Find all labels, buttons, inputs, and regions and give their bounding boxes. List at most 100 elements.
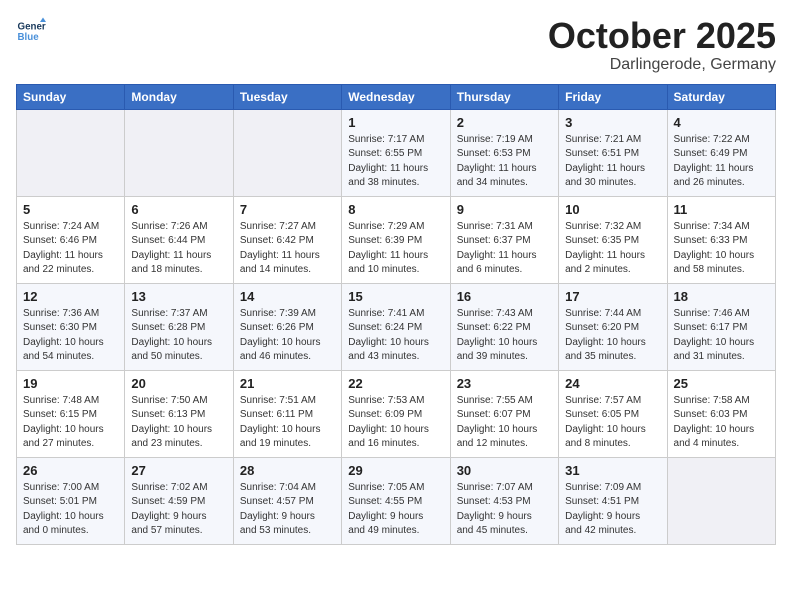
day-info: Sunrise: 7:32 AM Sunset: 6:35 PM Dayligh… [565,220,660,278]
calendar-week-4: 19Sunrise: 7:48 AM Sunset: 6:15 PM Dayli… [17,370,776,457]
weekday-tuesday: Tuesday [233,84,341,109]
day-number: 28 [240,463,335,478]
day-number: 18 [674,289,769,304]
calendar-cell: 28Sunrise: 7:04 AM Sunset: 4:57 PM Dayli… [233,457,341,544]
calendar-cell: 5 Sunrise: 7:24 AM Sunset: 6:46 PM Daylig… [17,196,125,283]
day-number: 14 [240,289,335,304]
calendar-body: 1 Sunrise: 7:17 AM Sunset: 6:55 PM Daylig… [17,109,776,544]
calendar-cell: 15 Sunrise: 7:41 AM Sunset: 6:24 PM Dayli… [342,283,450,370]
day-number: 23 [457,376,552,391]
calendar-cell: 27 Sunrise: 7:02 AM Sunset: 4:59 PM Dayli… [125,457,233,544]
weekday-wednesday: Wednesday [342,84,450,109]
day-info: Sunrise: 7:27 AM Sunset: 6:42 PM Dayligh… [240,220,335,278]
svg-text:General: General [18,22,47,33]
calendar-cell: 16Sunrise: 7:43 AM Sunset: 6:22 PM Dayli… [450,283,558,370]
calendar-table: SundayMondayTuesdayWednesdayThursdayFrid… [16,84,776,545]
day-info: Sunrise: 7:55 AM Sunset: 6:07 PM Dayligh… [457,394,552,452]
day-info: Sunrise: 7:41 AM Sunset: 6:24 PM Dayligh… [348,307,443,365]
day-info: Sunrise: 7:26 AM Sunset: 6:44 PM Dayligh… [131,220,226,278]
calendar-cell: 29 Sunrise: 7:05 AM Sunset: 4:55 PM Dayli… [342,457,450,544]
day-number: 13 [131,289,226,304]
day-number: 12 [23,289,118,304]
day-number: 27 [131,463,226,478]
calendar-cell: 20 Sunrise: 7:50 AM Sunset: 6:13 PM Dayli… [125,370,233,457]
day-info: Sunrise: 7:50 AM Sunset: 6:13 PM Dayligh… [131,394,226,452]
day-number: 3 [565,115,660,130]
weekday-monday: Monday [125,84,233,109]
day-number: 17 [565,289,660,304]
day-number: 4 [674,115,769,130]
calendar-cell [17,109,125,196]
day-info: Sunrise: 7:44 AM Sunset: 6:20 PM Dayligh… [565,307,660,365]
calendar-cell: 26 Sunrise: 7:00 AM Sunset: 5:01 PM Dayli… [17,457,125,544]
day-info: Sunrise: 7:09 AM Sunset: 4:51 PM Dayligh… [565,481,660,539]
day-info: Sunrise: 7:19 AM Sunset: 6:53 PM Dayligh… [457,133,552,191]
logo-icon: General Blue [16,16,46,46]
day-number: 7 [240,202,335,217]
weekday-sunday: Sunday [17,84,125,109]
day-number: 20 [131,376,226,391]
day-info: Sunrise: 7:48 AM Sunset: 6:15 PM Dayligh… [23,394,118,452]
day-info: Sunrise: 7:53 AM Sunset: 6:09 PM Dayligh… [348,394,443,452]
day-number: 2 [457,115,552,130]
page-header: General Blue October 2025 Darlingerode, … [16,16,776,74]
day-number: 22 [348,376,443,391]
day-number: 31 [565,463,660,478]
calendar-cell: 2 Sunrise: 7:19 AM Sunset: 6:53 PM Daylig… [450,109,558,196]
calendar-cell: 24Sunrise: 7:57 AM Sunset: 6:05 PM Dayli… [559,370,667,457]
calendar-cell [233,109,341,196]
day-number: 6 [131,202,226,217]
day-info: Sunrise: 7:22 AM Sunset: 6:49 PM Dayligh… [674,133,769,191]
day-info: Sunrise: 7:02 AM Sunset: 4:59 PM Dayligh… [131,481,226,539]
calendar-cell: 21Sunrise: 7:51 AM Sunset: 6:11 PM Dayli… [233,370,341,457]
calendar-cell: 25Sunrise: 7:58 AM Sunset: 6:03 PM Dayli… [667,370,775,457]
calendar-week-5: 26 Sunrise: 7:00 AM Sunset: 5:01 PM Dayli… [17,457,776,544]
calendar-cell: 6 Sunrise: 7:26 AM Sunset: 6:44 PM Daylig… [125,196,233,283]
day-info: Sunrise: 7:21 AM Sunset: 6:51 PM Dayligh… [565,133,660,191]
calendar-cell [667,457,775,544]
calendar-cell: 31 Sunrise: 7:09 AM Sunset: 4:51 PM Dayli… [559,457,667,544]
day-number: 1 [348,115,443,130]
day-info: Sunrise: 7:00 AM Sunset: 5:01 PM Dayligh… [23,481,118,539]
calendar-cell: 13 Sunrise: 7:37 AM Sunset: 6:28 PM Dayli… [125,283,233,370]
day-info: Sunrise: 7:24 AM Sunset: 6:46 PM Dayligh… [23,220,118,278]
day-number: 15 [348,289,443,304]
day-info: Sunrise: 7:51 AM Sunset: 6:11 PM Dayligh… [240,394,335,452]
day-info: Sunrise: 7:36 AM Sunset: 6:30 PM Dayligh… [23,307,118,365]
day-number: 26 [23,463,118,478]
day-number: 16 [457,289,552,304]
calendar-cell: 12 Sunrise: 7:36 AM Sunset: 6:30 PM Dayli… [17,283,125,370]
calendar-cell: 17 Sunrise: 7:44 AM Sunset: 6:20 PM Dayli… [559,283,667,370]
day-number: 5 [23,202,118,217]
calendar-week-2: 5 Sunrise: 7:24 AM Sunset: 6:46 PM Daylig… [17,196,776,283]
calendar-week-1: 1 Sunrise: 7:17 AM Sunset: 6:55 PM Daylig… [17,109,776,196]
weekday-saturday: Saturday [667,84,775,109]
calendar-header: SundayMondayTuesdayWednesdayThursdayFrid… [17,84,776,109]
calendar-cell: 7 Sunrise: 7:27 AM Sunset: 6:42 PM Daylig… [233,196,341,283]
day-info: Sunrise: 7:57 AM Sunset: 6:05 PM Dayligh… [565,394,660,452]
svg-text:Blue: Blue [18,32,40,43]
day-number: 8 [348,202,443,217]
calendar-cell: 19Sunrise: 7:48 AM Sunset: 6:15 PM Dayli… [17,370,125,457]
day-info: Sunrise: 7:58 AM Sunset: 6:03 PM Dayligh… [674,394,769,452]
weekday-friday: Friday [559,84,667,109]
calendar-cell: 4 Sunrise: 7:22 AM Sunset: 6:49 PM Daylig… [667,109,775,196]
calendar-cell: 18Sunrise: 7:46 AM Sunset: 6:17 PM Dayli… [667,283,775,370]
calendar-cell: 11Sunrise: 7:34 AM Sunset: 6:33 PM Dayli… [667,196,775,283]
day-info: Sunrise: 7:39 AM Sunset: 6:26 PM Dayligh… [240,307,335,365]
calendar-cell: 10Sunrise: 7:32 AM Sunset: 6:35 PM Dayli… [559,196,667,283]
title-block: October 2025 Darlingerode, Germany [548,16,776,74]
calendar-cell: 9Sunrise: 7:31 AM Sunset: 6:37 PM Daylig… [450,196,558,283]
calendar-week-3: 12 Sunrise: 7:36 AM Sunset: 6:30 PM Dayli… [17,283,776,370]
day-info: Sunrise: 7:07 AM Sunset: 4:53 PM Dayligh… [457,481,552,539]
day-info: Sunrise: 7:05 AM Sunset: 4:55 PM Dayligh… [348,481,443,539]
weekday-thursday: Thursday [450,84,558,109]
day-info: Sunrise: 7:37 AM Sunset: 6:28 PM Dayligh… [131,307,226,365]
calendar-cell: 1 Sunrise: 7:17 AM Sunset: 6:55 PM Daylig… [342,109,450,196]
day-info: Sunrise: 7:17 AM Sunset: 6:55 PM Dayligh… [348,133,443,191]
day-number: 30 [457,463,552,478]
day-number: 9 [457,202,552,217]
calendar-cell: 30 Sunrise: 7:07 AM Sunset: 4:53 PM Dayli… [450,457,558,544]
day-number: 29 [348,463,443,478]
location-subtitle: Darlingerode, Germany [548,56,776,74]
